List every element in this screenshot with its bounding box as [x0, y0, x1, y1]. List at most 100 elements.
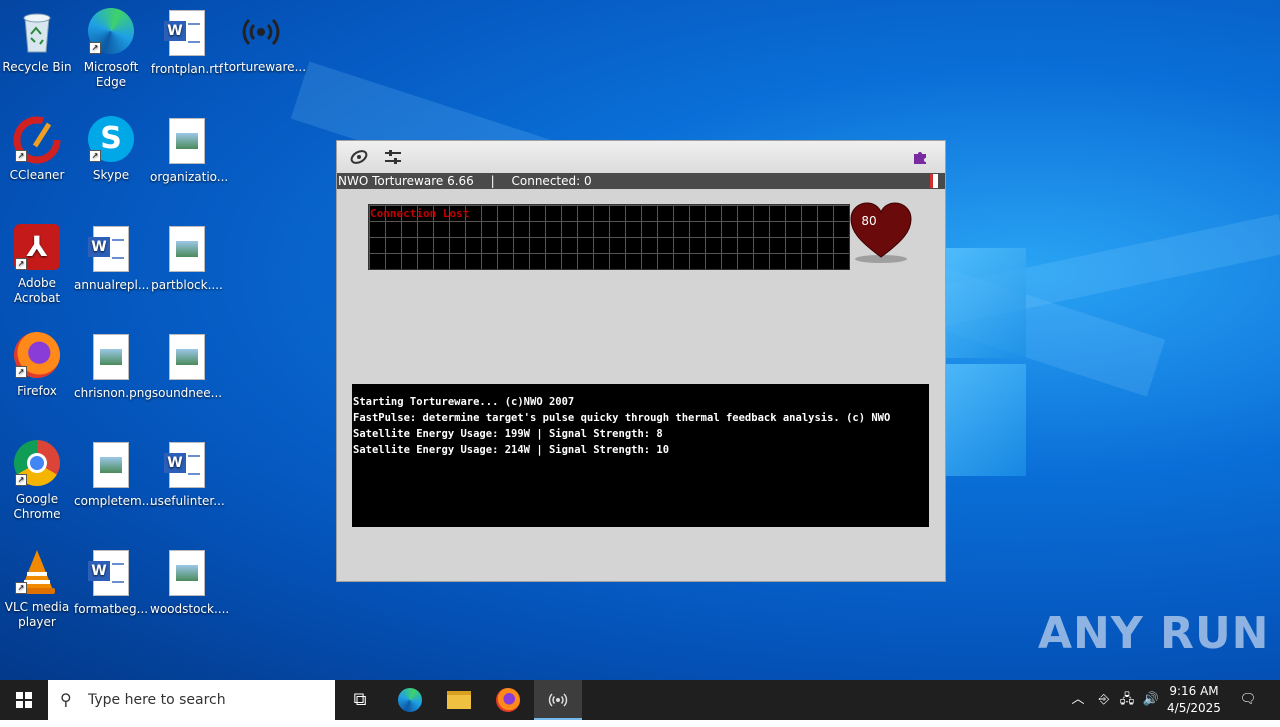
- desktop-icon-skype[interactable]: S ↗ Skype: [74, 116, 148, 183]
- desktop-icon-firefox[interactable]: ↗ Firefox: [0, 332, 74, 399]
- icon-label: formatbeg...: [74, 602, 149, 616]
- anyrun-watermark: ANY RUN: [1038, 608, 1270, 659]
- search-placeholder: Type here to search: [88, 692, 226, 708]
- console-line: FastPulse: determine target's pulse quic…: [353, 412, 891, 424]
- taskbar-firefox[interactable]: [484, 680, 532, 720]
- desktop-icon-completem[interactable]: completem...: [74, 440, 154, 509]
- desktop-icon-microsoft-edge[interactable]: ↗ Microsoft Edge: [74, 8, 148, 90]
- desktop-icon-usefulinter[interactable]: W usefulinter...: [150, 440, 225, 509]
- desktop-icon-soundnee[interactable]: soundnee...: [150, 332, 224, 401]
- icon-label: chrisnon.png: [74, 386, 152, 400]
- firefox-icon: [496, 688, 520, 712]
- desktop-icon-partblock[interactable]: partblock....: [150, 224, 224, 293]
- icon-label: VLC media player: [4, 600, 70, 629]
- broadcast-icon: [237, 8, 285, 56]
- windows-start-icon: [16, 692, 32, 708]
- icon-label: annualrepl...: [74, 278, 150, 292]
- vlc-icon: ↗: [13, 548, 61, 596]
- network-icon: 🖧: [1119, 692, 1135, 707]
- sliders-icon: [385, 150, 401, 164]
- puzzle-icon: [914, 152, 926, 164]
- network-button[interactable]: 🖧: [1116, 680, 1138, 720]
- word-doc-icon: W: [87, 550, 135, 598]
- tortureware-window: NWO Tortureware 6.66 | Connected: 0 Conn…: [336, 140, 946, 582]
- desktop-icon-chrisnon[interactable]: chrisnon.png: [74, 332, 152, 401]
- notification-icon: 🗨: [1239, 692, 1257, 707]
- desktop-icon-adobe-acrobat[interactable]: ⅄ ↗ Adobe Acrobat: [0, 224, 74, 306]
- console-line: Starting Tortureware... (c)NWO 2007: [353, 396, 575, 408]
- taskbar-search-box[interactable]: ⚲ Type here to search: [48, 680, 335, 720]
- console-line: Satellite Energy Usage: 199W | Signal St…: [353, 428, 663, 440]
- app-toolbar: [337, 141, 945, 173]
- status-separator: |: [490, 174, 495, 188]
- tray-app-button[interactable]: ⎆: [1094, 680, 1114, 720]
- desktop: Recycle Bin ↗ CCleaner ⅄ ↗ Adobe Acrobat…: [0, 0, 1280, 680]
- icon-label: Skype: [92, 168, 130, 182]
- word-doc-icon: W: [87, 226, 135, 274]
- graph-status-label: Connection Lost: [370, 207, 470, 220]
- word-doc-icon: W: [163, 10, 211, 58]
- icon-label: partblock....: [151, 278, 223, 292]
- app-status-bar: NWO Tortureware 6.66 | Connected: 0: [337, 173, 945, 189]
- firefox-icon: ↗: [13, 332, 61, 380]
- chevron-up-icon: ︿: [1071, 692, 1085, 707]
- chrome-icon: ↗: [13, 440, 61, 488]
- icon-label: completem...: [74, 494, 154, 508]
- search-icon: ⚲: [60, 690, 72, 709]
- start-button[interactable]: [0, 680, 48, 720]
- plugin-button[interactable]: [911, 147, 931, 167]
- desktop-icon-annualrepl[interactable]: W annualrepl...: [74, 224, 150, 293]
- desktop-icon-recycle-bin[interactable]: Recycle Bin: [0, 8, 74, 75]
- word-doc-icon: W: [163, 442, 211, 490]
- desktop-icon-ccleaner[interactable]: ↗ CCleaner: [0, 116, 74, 183]
- satellite-icon: [350, 150, 368, 164]
- task-view-button[interactable]: ⧉: [336, 680, 384, 720]
- heart-rate-display: 80: [849, 201, 913, 265]
- pulse-graph: Connection Lost: [368, 204, 850, 270]
- action-center-button[interactable]: 🗨: [1232, 680, 1264, 720]
- status-indicator: [930, 174, 938, 188]
- icon-label: soundnee...: [151, 386, 223, 400]
- task-view-icon: ⧉: [353, 689, 367, 710]
- acrobat-icon: ⅄ ↗: [13, 224, 61, 272]
- desktop-icon-vlc[interactable]: ↗ VLC media player: [0, 548, 74, 630]
- desktop-icon-tortureware[interactable]: tortureware...: [224, 8, 306, 75]
- image-file-icon: [163, 334, 211, 382]
- tray-app-icon: ⎆: [1098, 692, 1110, 707]
- taskbar-file-explorer[interactable]: [435, 680, 483, 720]
- windows-logo-wallpaper: [940, 240, 1030, 480]
- taskbar-edge[interactable]: [386, 680, 434, 720]
- show-hidden-icons-button[interactable]: ︿: [1068, 680, 1088, 720]
- speaker-icon: 🔊: [1142, 692, 1160, 707]
- clock[interactable]: 9:16 AM 4/5/2025: [1160, 683, 1228, 717]
- icon-label: Firefox: [17, 384, 57, 398]
- edge-icon: [398, 688, 422, 712]
- desktop-icon-google-chrome[interactable]: ↗ Google Chrome: [0, 440, 74, 522]
- eye-tool-button[interactable]: [349, 147, 369, 167]
- desktop-icon-frontplan[interactable]: W frontplan.rtf: [150, 8, 224, 77]
- desktop-icon-formatbeg[interactable]: W formatbeg...: [74, 548, 148, 617]
- desktop-icon-woodstock[interactable]: woodstock....: [150, 548, 230, 617]
- volume-button[interactable]: 🔊: [1140, 680, 1162, 720]
- clock-time: 9:16 AM: [1169, 684, 1219, 698]
- heart-icon: [850, 202, 912, 263]
- settings-sliders-button[interactable]: [383, 147, 403, 167]
- icon-label: organizatio...: [150, 170, 229, 184]
- taskbar-tortureware[interactable]: [534, 680, 582, 720]
- icon-label: Google Chrome: [13, 492, 61, 521]
- skype-icon: S ↗: [87, 116, 135, 164]
- icon-label: CCleaner: [9, 168, 65, 182]
- image-file-icon: [87, 334, 135, 382]
- icon-label: Adobe Acrobat: [13, 276, 61, 305]
- desktop-icon-organizatio[interactable]: organizatio...: [150, 116, 229, 185]
- image-file-icon: [163, 550, 211, 598]
- connected-count: Connected: 0: [511, 174, 592, 188]
- recycle-bin-icon: [13, 8, 61, 56]
- taskbar: ⚲ Type here to search ⧉ ︿ ⎆ 🖧 🔊 9:16 AM …: [0, 680, 1280, 720]
- folder-icon: [447, 691, 471, 709]
- icon-label: Microsoft Edge: [83, 60, 139, 89]
- icon-label: woodstock....: [150, 602, 230, 616]
- image-file-icon: [87, 442, 135, 490]
- icon-label: usefulinter...: [150, 494, 225, 508]
- image-file-icon: [163, 226, 211, 274]
